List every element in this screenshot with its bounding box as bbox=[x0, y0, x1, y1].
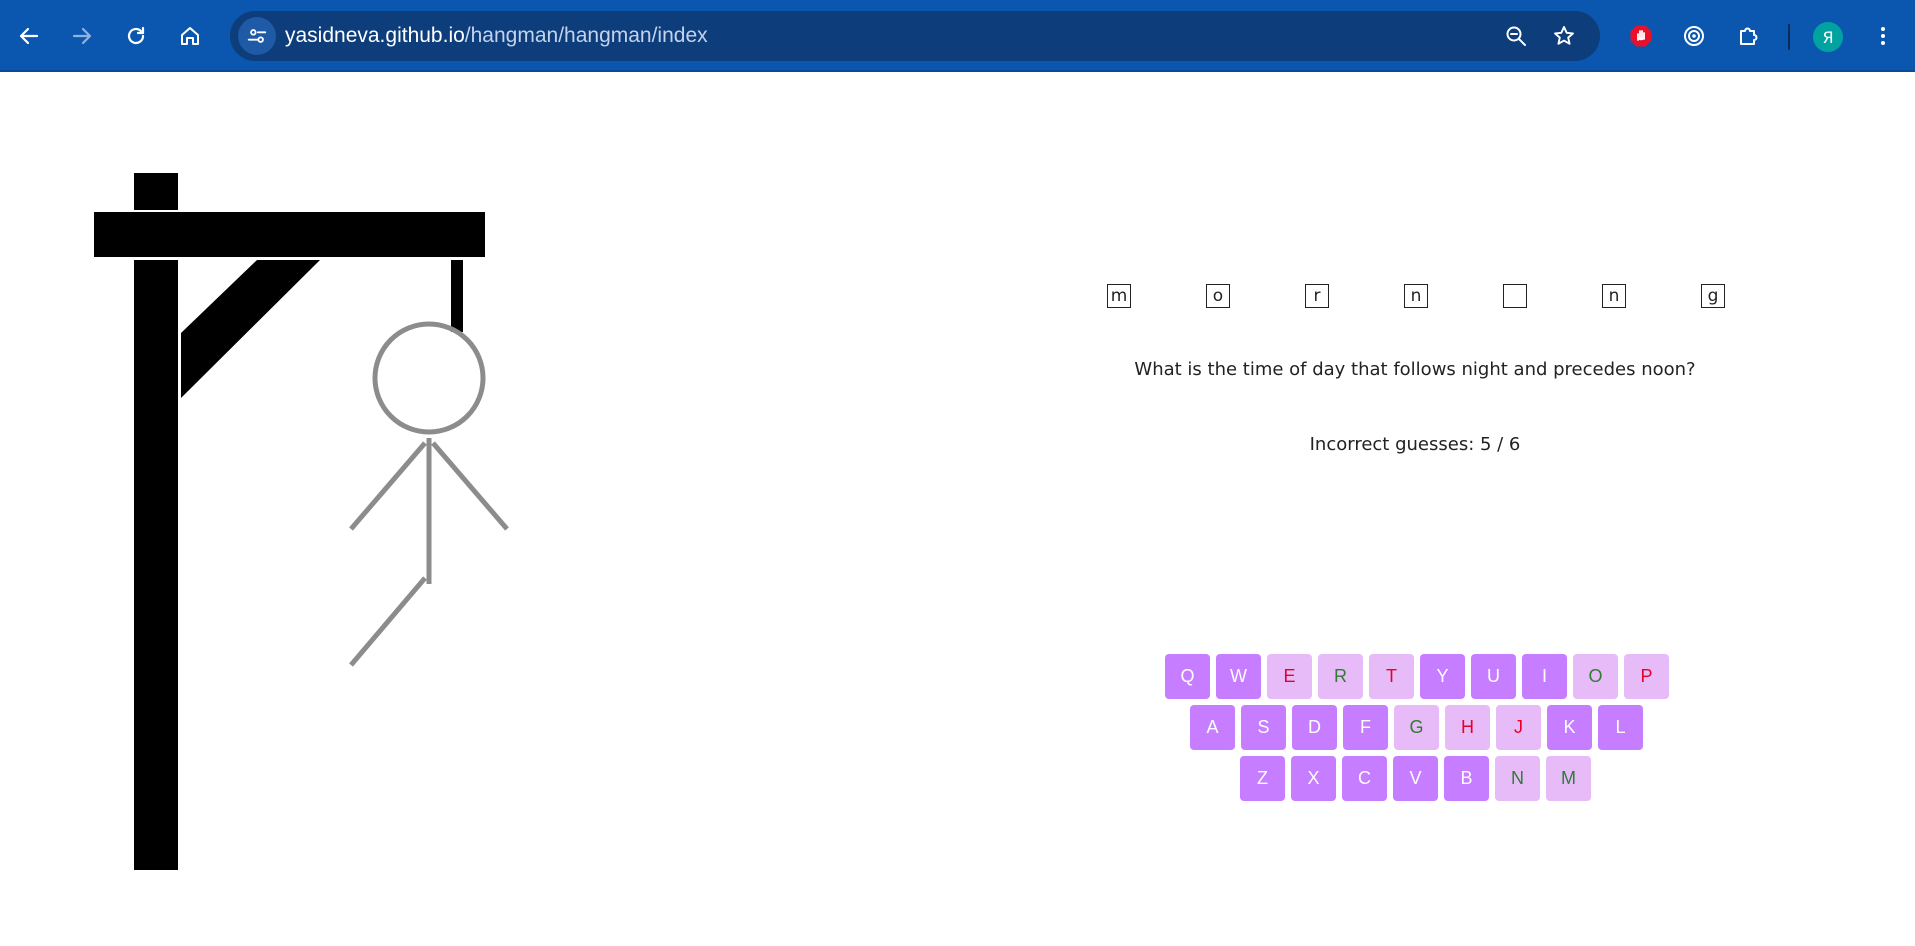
key-i[interactable]: I bbox=[1522, 654, 1567, 699]
letter-box bbox=[1503, 284, 1527, 308]
key-h[interactable]: H bbox=[1445, 705, 1490, 750]
arrow-left-icon bbox=[19, 27, 39, 45]
key-j[interactable]: J bbox=[1496, 705, 1541, 750]
toolbar-divider bbox=[1788, 24, 1790, 50]
forward-button[interactable] bbox=[63, 17, 101, 55]
key-y[interactable]: Y bbox=[1420, 654, 1465, 699]
hangman-left-leg bbox=[349, 576, 427, 667]
extension-target-button[interactable] bbox=[1675, 17, 1713, 55]
hangman-right-arm bbox=[431, 441, 509, 531]
word-display: m o r n n g bbox=[1107, 284, 1727, 308]
key-u[interactable]: U bbox=[1471, 654, 1516, 699]
key-q[interactable]: Q bbox=[1165, 654, 1210, 699]
more-vertical-icon bbox=[1881, 27, 1885, 45]
key-v[interactable]: V bbox=[1393, 756, 1438, 801]
gallows-beam bbox=[94, 212, 485, 257]
puzzle-icon bbox=[1740, 27, 1758, 45]
stop-hand-icon bbox=[1630, 25, 1652, 47]
bookmark-button[interactable] bbox=[1550, 22, 1578, 50]
reload-icon bbox=[127, 26, 145, 45]
hangman-drawing bbox=[94, 173, 509, 870]
url-host: yasidneva.github.io bbox=[285, 24, 465, 47]
key-e[interactable]: E bbox=[1267, 654, 1312, 699]
site-info-button[interactable] bbox=[238, 17, 276, 55]
key-d[interactable]: D bbox=[1292, 705, 1337, 750]
letter-box: n bbox=[1404, 284, 1428, 308]
gallows-post bbox=[134, 260, 178, 870]
key-r[interactable]: R bbox=[1318, 654, 1363, 699]
key-l[interactable]: L bbox=[1598, 705, 1643, 750]
gallows-brace bbox=[181, 260, 320, 398]
letter-box: o bbox=[1206, 284, 1230, 308]
key-n[interactable]: N bbox=[1495, 756, 1540, 801]
key-o[interactable]: O bbox=[1573, 654, 1618, 699]
key-a[interactable]: A bbox=[1190, 705, 1235, 750]
zoom-button[interactable] bbox=[1502, 22, 1530, 50]
home-icon bbox=[181, 27, 199, 45]
key-k[interactable]: K bbox=[1547, 705, 1592, 750]
letter-box: n bbox=[1602, 284, 1626, 308]
key-b[interactable]: B bbox=[1444, 756, 1489, 801]
profile-avatar[interactable]: Я bbox=[1813, 22, 1843, 52]
hangman-head bbox=[372, 321, 486, 435]
reload-button[interactable] bbox=[117, 17, 155, 55]
browser-toolbar: yasidneva.github.io/hangman/hangman/inde… bbox=[0, 0, 1915, 72]
hangman-left-arm bbox=[349, 441, 427, 531]
url-text[interactable]: yasidneva.github.io/hangman/hangman/inde… bbox=[285, 24, 708, 48]
gallows-rope bbox=[451, 260, 463, 332]
star-icon bbox=[1554, 26, 1574, 45]
url-path: /hangman/hangman/index bbox=[464, 24, 708, 47]
back-button[interactable] bbox=[10, 17, 48, 55]
letter-box: g bbox=[1701, 284, 1725, 308]
tune-icon bbox=[247, 29, 267, 43]
key-f[interactable]: F bbox=[1343, 705, 1388, 750]
key-p[interactable]: P bbox=[1624, 654, 1669, 699]
letter-box: m bbox=[1107, 284, 1131, 308]
hint-text: What is the time of day that follows nig… bbox=[1134, 359, 1696, 380]
arrow-right-icon bbox=[72, 27, 92, 45]
key-m[interactable]: M bbox=[1546, 756, 1591, 801]
key-t[interactable]: T bbox=[1369, 654, 1414, 699]
target-icon bbox=[1684, 26, 1704, 46]
key-s[interactable]: S bbox=[1241, 705, 1286, 750]
extensions-button[interactable] bbox=[1729, 17, 1767, 55]
home-button[interactable] bbox=[171, 17, 209, 55]
key-c[interactable]: C bbox=[1342, 756, 1387, 801]
gallows-top-cap bbox=[134, 173, 178, 210]
key-w[interactable]: W bbox=[1216, 654, 1261, 699]
key-g[interactable]: G bbox=[1394, 705, 1439, 750]
menu-button[interactable] bbox=[1864, 17, 1902, 55]
letter-box: r bbox=[1305, 284, 1329, 308]
key-z[interactable]: Z bbox=[1240, 756, 1285, 801]
key-x[interactable]: X bbox=[1291, 756, 1336, 801]
address-bar[interactable]: yasidneva.github.io/hangman/hangman/inde… bbox=[230, 11, 1600, 61]
incorrect-guesses-counter: Incorrect guesses: 5 / 6 bbox=[1309, 434, 1521, 455]
zoom-out-icon bbox=[1506, 26, 1526, 46]
extension-adblock-button[interactable] bbox=[1622, 17, 1660, 55]
